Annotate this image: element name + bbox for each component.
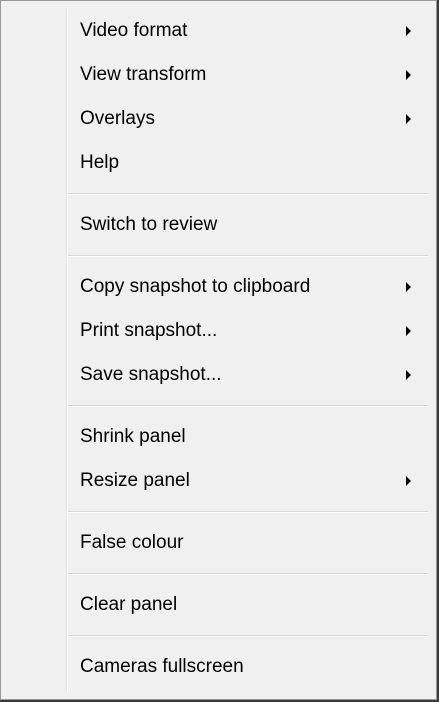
submenu-arrow-icon — [406, 70, 411, 80]
menu-item-label: Help — [80, 152, 120, 173]
menu-item-shrink-panel[interactable]: Shrink panel — [1, 415, 436, 459]
submenu-arrow-icon — [406, 370, 411, 380]
submenu-arrow-icon — [406, 282, 411, 292]
submenu-arrow-icon — [406, 476, 411, 486]
menu-item-label: Print snapshot... — [80, 320, 218, 341]
menu-item-false-colour[interactable]: False colour — [1, 521, 436, 565]
menu-separator — [1, 627, 436, 645]
menu-separator — [1, 185, 436, 203]
menu-item-label: Switch to review — [80, 214, 218, 235]
menu-item-help[interactable]: Help — [1, 141, 436, 185]
menu-item-clear-panel[interactable]: Clear panel — [1, 583, 436, 627]
menu-separator — [1, 397, 436, 415]
menu-item-view-transform[interactable]: View transform — [1, 53, 436, 97]
menu-item-label: Save snapshot... — [80, 364, 222, 385]
submenu-arrow-icon — [406, 114, 411, 124]
menu-item-print-snapshot[interactable]: Print snapshot... — [1, 309, 436, 353]
menu-item-label: Video format — [80, 20, 188, 41]
menu-item-label: Clear panel — [80, 594, 178, 615]
menu-item-resize-panel[interactable]: Resize panel — [1, 459, 436, 503]
menu-item-label: Copy snapshot to clipboard — [80, 276, 311, 297]
menu-item-save-snapshot[interactable]: Save snapshot... — [1, 353, 436, 397]
menu-item-video-format[interactable]: Video format — [1, 9, 436, 53]
submenu-arrow-icon — [406, 326, 411, 336]
menu-item-cameras-fullscreen[interactable]: Cameras fullscreen — [1, 645, 436, 689]
menu-item-label: Overlays — [80, 108, 155, 129]
menu-item-switch-to-review[interactable]: Switch to review — [1, 203, 436, 247]
menu-item-overlays[interactable]: Overlays — [1, 97, 436, 141]
submenu-arrow-icon — [406, 26, 411, 36]
menu-item-label: Resize panel — [80, 470, 190, 491]
menu-separator — [1, 503, 436, 521]
context-menu: Video format View transform Overlays Hel… — [0, 0, 437, 700]
menu-separator — [1, 565, 436, 583]
menu-separator — [1, 247, 436, 265]
menu-item-label: False colour — [80, 532, 184, 553]
menu-item-label: View transform — [80, 64, 207, 85]
menu-item-copy-snapshot[interactable]: Copy snapshot to clipboard — [1, 265, 436, 309]
menu-item-label: Shrink panel — [80, 426, 186, 447]
menu-item-label: Cameras fullscreen — [80, 656, 244, 677]
